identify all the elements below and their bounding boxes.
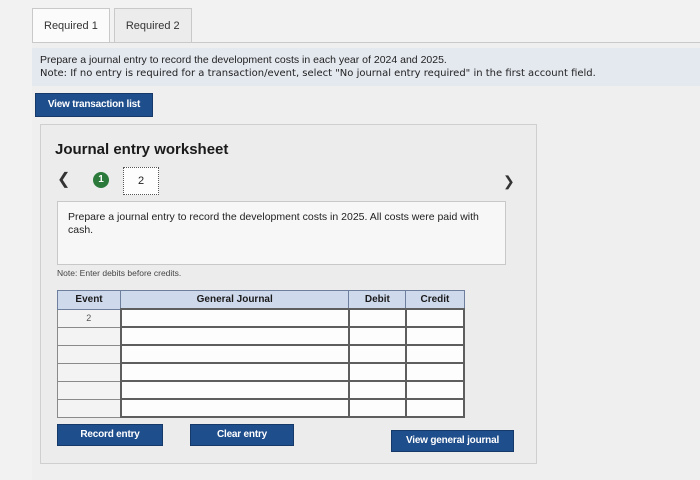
account-input[interactable] [119, 398, 350, 418]
journal-entry-table: Event General Journal Debit Credit 2 [56, 290, 466, 418]
journal-header-row: Event General Journal Debit Credit [56, 290, 465, 310]
table-row [56, 380, 466, 400]
chevron-right-icon[interactable]: ❯ [503, 173, 515, 190]
debit-input[interactable] [347, 326, 407, 346]
chevron-left-icon[interactable]: ❮ [57, 169, 70, 189]
view-general-journal-button[interactable]: View general journal [391, 430, 514, 452]
account-input[interactable] [119, 308, 350, 328]
credit-input[interactable] [404, 380, 466, 400]
debit-input[interactable] [347, 344, 407, 364]
journal-entry-worksheet: Journal entry worksheet ❮ 1 2 ❯ Prepare … [40, 124, 537, 464]
debit-column-header: Debit [348, 290, 407, 310]
table-row [56, 398, 466, 418]
event-cell[interactable] [56, 326, 122, 346]
event-cell[interactable] [56, 362, 122, 382]
instructions-banner: Prepare a journal entry to record the de… [32, 48, 700, 86]
debit-input[interactable] [347, 362, 407, 382]
instructions-text: Prepare a journal entry to record the de… [40, 54, 447, 66]
transaction-prompt: Prepare a journal entry to record the de… [57, 201, 506, 265]
table-row [56, 362, 466, 382]
table-row [56, 344, 466, 364]
step-1-completed-indicator[interactable]: 1 [93, 172, 109, 188]
event-cell[interactable]: 2 [56, 308, 122, 328]
table-row [56, 326, 466, 346]
transaction-prompt-text: Prepare a journal entry to record the de… [68, 211, 479, 236]
worksheet-title: Journal entry worksheet [55, 141, 229, 158]
instructions-note: Note: If no entry is required for a tran… [40, 68, 596, 79]
credit-column-header: Credit [405, 290, 465, 310]
general-journal-column-header: General Journal [120, 290, 350, 310]
account-input[interactable] [119, 326, 350, 346]
tab-bar: Required 1 Required 2 [32, 8, 192, 42]
event-cell[interactable] [56, 398, 122, 418]
credit-input[interactable] [404, 344, 466, 364]
event-cell[interactable] [56, 344, 122, 364]
table-row: 2 [56, 308, 466, 328]
credit-input[interactable] [404, 308, 466, 328]
step-2-current-indicator[interactable]: 2 [123, 167, 159, 195]
event-cell[interactable] [56, 380, 122, 400]
event-column-header: Event [56, 290, 122, 310]
credit-input[interactable] [404, 326, 466, 346]
account-input[interactable] [119, 380, 350, 400]
view-transaction-list-button[interactable]: View transaction list [35, 93, 153, 117]
account-input[interactable] [119, 362, 350, 382]
tab-required-2[interactable]: Required 2 [113, 8, 192, 42]
debit-input[interactable] [347, 380, 407, 400]
debits-note: Note: Enter debits before credits. [57, 268, 182, 278]
credit-input[interactable] [404, 398, 466, 418]
debit-input[interactable] [347, 398, 407, 418]
clear-entry-button[interactable]: Clear entry [190, 424, 294, 446]
record-entry-button[interactable]: Record entry [57, 424, 163, 446]
account-input[interactable] [119, 344, 350, 364]
debit-input[interactable] [347, 308, 407, 328]
credit-input[interactable] [404, 362, 466, 382]
tab-required-1[interactable]: Required 1 [32, 8, 110, 42]
